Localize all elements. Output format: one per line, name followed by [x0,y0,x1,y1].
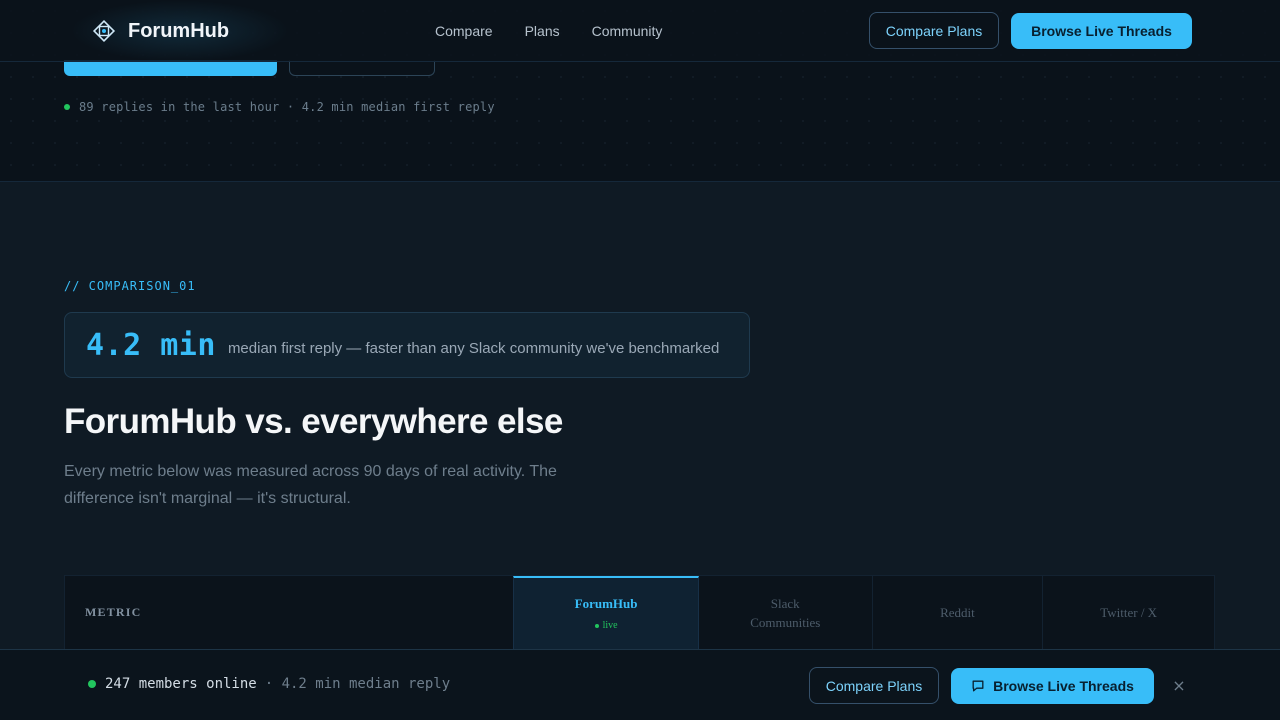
stat-description: median first reply — faster than any Sla… [227,339,720,357]
nav-link-community[interactable]: Community [592,23,663,39]
column-header-metric: METRIC [85,605,142,619]
brand-name: ForumHub [128,19,230,42]
live-status-badge: live [594,620,618,631]
section-subtitle: Every metric below was measured across 9… [64,463,557,507]
column-header-twitter: Twitter / X [1100,605,1158,620]
median-reply-text: · 4.2 min median reply [264,676,451,692]
bar-browse-threads-label: Browse Live Threads [993,678,1134,694]
primary-nav: Compare Plans Community [435,23,694,39]
hero-primary-button[interactable] [64,60,277,76]
chat-bubble-icon [972,680,984,692]
nav-link-plans[interactable]: Plans [525,23,560,39]
members-online-status: 247 members online · 4.2 min median repl… [88,676,450,692]
stat-value: 4.2 min [86,327,216,363]
forumhub-logo-icon [92,19,116,43]
live-status-text: live [602,620,618,631]
column-header-reddit: Reddit [873,576,1044,649]
top-navbar: ForumHub Compare Plans Community Compare… [0,0,1280,62]
column-header-forumhub-label: ForumHub [574,596,638,611]
nav-browse-threads-button[interactable]: Browse Live Threads [1011,13,1192,49]
activity-status: 89 replies in the last hour · 4.2 min me… [64,100,495,114]
online-count: 247 members online [105,676,257,692]
activity-text: 89 replies in the last hour · 4.2 min me… [79,100,495,114]
section-tag: // COMPARISON_01 [64,279,196,293]
online-dot-icon [64,104,70,110]
section-heading: ForumHub vs. everywhere else [64,402,563,441]
close-icon[interactable]: × [1170,674,1188,696]
nav-compare-plans-button[interactable]: Compare Plans [869,12,999,49]
column-header-slack-label: Slack Communities [750,595,821,630]
column-header-slack: Slack Communities [699,576,873,649]
brand-logo-link[interactable]: ForumHub [92,19,229,43]
comparison-table-header: METRIC ForumHub live Slack Communities R… [64,575,1215,650]
bar-compare-plans-button[interactable]: Compare Plans [809,667,939,704]
stat-callout: 4.2 min median first reply — faster than… [64,312,750,378]
live-dot-icon [594,623,599,628]
sticky-cta-bar: 247 members online · 4.2 min median repl… [0,649,1280,720]
nav-link-compare[interactable]: Compare [435,23,493,39]
bar-browse-threads-button[interactable]: Browse Live Threads [951,668,1154,704]
online-dot-icon [88,680,96,688]
hero-secondary-button[interactable] [289,60,435,76]
column-header-forumhub: ForumHub live [513,576,699,649]
